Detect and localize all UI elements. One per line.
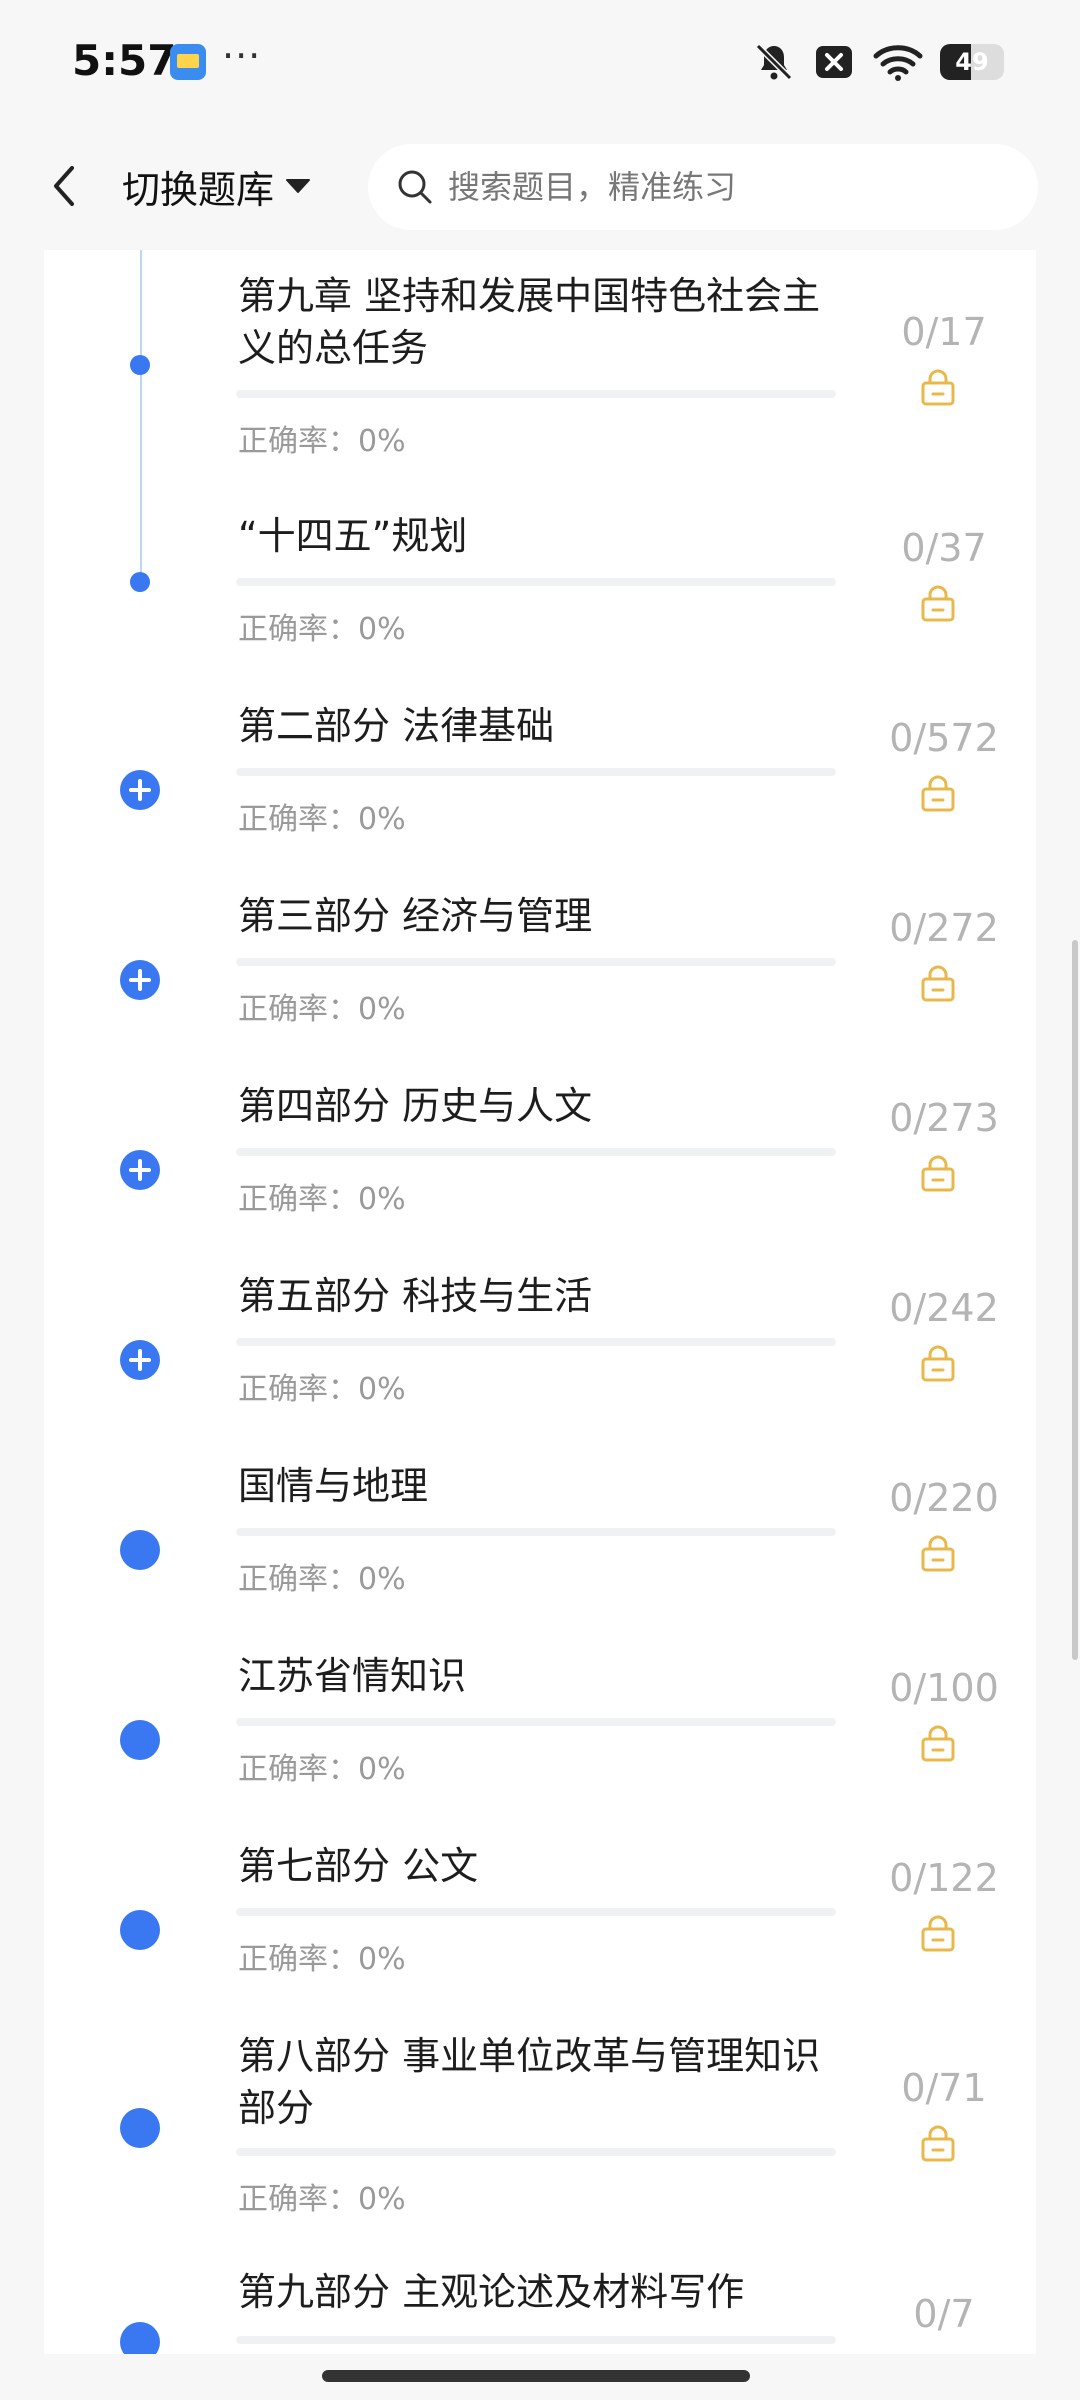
search-icon xyxy=(398,170,432,204)
lock-icon[interactable] xyxy=(918,1724,958,1764)
item-title: 江苏省情知识 xyxy=(238,1654,467,1698)
bell-muted-icon xyxy=(755,43,793,81)
list-item[interactable]: 第四部分 历史与人文 正确率：0% 0/273 xyxy=(44,1050,1036,1240)
progress-count: 0/71 xyxy=(901,2066,987,2110)
status-bar: 5:57 ··· 49 xyxy=(0,0,1080,120)
progress-count: 0/7 xyxy=(913,2292,975,2336)
progress-count: 0/242 xyxy=(889,1286,999,1330)
lock-icon[interactable] xyxy=(918,584,958,624)
lock-icon[interactable] xyxy=(918,2124,958,2164)
list-item[interactable]: 第九部分 主观论述及材料写作 0/7 xyxy=(44,2240,1036,2354)
accuracy-text: 正确率：0% xyxy=(238,992,406,1027)
progress-bar xyxy=(236,390,836,398)
switch-question-bank-button[interactable]: 切换题库 xyxy=(122,156,312,216)
chevron-left-icon xyxy=(54,166,74,206)
question-bank-title: 切换题库 xyxy=(122,167,275,212)
plus-circle-icon[interactable] xyxy=(120,770,160,810)
plus-circle-icon[interactable] xyxy=(120,1340,160,1380)
accuracy-text: 正确率：0% xyxy=(238,1372,406,1407)
lock-icon[interactable] xyxy=(918,964,958,1004)
accuracy-text: 正确率：0% xyxy=(238,612,406,647)
item-title: “十四五”规划 xyxy=(238,514,468,558)
item-title: 第九章 坚持和发展中国特色社会主义的总任务 xyxy=(238,274,821,370)
item-title: 国情与地理 xyxy=(238,1464,429,1508)
list-item[interactable]: 第二部分 法律基础 正确率：0% 0/572 xyxy=(44,670,1036,860)
chapter-dot-icon xyxy=(120,1720,160,1760)
chapter-dot-icon xyxy=(130,572,150,592)
accuracy-text: 正确率：0% xyxy=(238,2182,406,2217)
list-item[interactable]: 第九章 坚持和发展中国特色社会主义的总任务 正确率：0% 0/17 xyxy=(44,250,1036,480)
lock-icon[interactable] xyxy=(918,368,958,408)
progress-bar xyxy=(236,2148,836,2156)
item-title: 第八部分 事业单位改革与管理知识部分 xyxy=(238,2034,821,2130)
accuracy-text: 正确率：0% xyxy=(238,1752,406,1787)
progress-bar xyxy=(236,2336,836,2344)
chapter-dot-icon xyxy=(120,2108,160,2148)
progress-count: 0/220 xyxy=(889,1476,999,1520)
progress-count: 0/122 xyxy=(889,1856,999,1900)
progress-bar xyxy=(236,1338,836,1346)
progress-bar xyxy=(236,1718,836,1726)
top-nav-bar: 切换题库 xyxy=(0,120,1080,250)
progress-count: 0/273 xyxy=(889,1096,999,1140)
sim-disabled-icon xyxy=(816,46,852,78)
progress-count: 0/100 xyxy=(889,1666,999,1710)
scrollbar[interactable] xyxy=(1072,940,1078,1660)
battery-icon: 49 xyxy=(940,44,1004,80)
item-title: 第二部分 法律基础 xyxy=(238,704,555,748)
lock-icon[interactable] xyxy=(918,774,958,814)
app-notification-icon xyxy=(170,44,206,80)
accuracy-text: 正确率：0% xyxy=(238,1942,406,1977)
progress-count: 0/17 xyxy=(901,310,987,354)
lock-icon[interactable] xyxy=(918,1914,958,1954)
chapter-dot-icon xyxy=(130,355,150,375)
search-input[interactable] xyxy=(446,167,1010,207)
chapter-list: 第九章 坚持和发展中国特色社会主义的总任务 正确率：0% 0/17 “十四五”规… xyxy=(44,250,1036,2354)
item-title: 第九部分 主观论述及材料写作 xyxy=(238,2270,745,2314)
list-item[interactable]: 国情与地理 正确率：0% 0/220 xyxy=(44,1430,1036,1620)
plus-circle-icon[interactable] xyxy=(120,1150,160,1190)
search-bar[interactable] xyxy=(368,144,1038,230)
progress-bar xyxy=(236,1528,836,1536)
status-icons: 49 xyxy=(752,38,1004,86)
progress-count: 0/572 xyxy=(889,716,999,760)
progress-count: 0/37 xyxy=(901,526,987,570)
more-notifications-icon: ··· xyxy=(222,34,262,78)
progress-bar xyxy=(236,768,836,776)
status-time: 5:57 xyxy=(72,36,177,85)
list-item[interactable]: 江苏省情知识 正确率：0% 0/100 xyxy=(44,1620,1036,1810)
item-title: 第七部分 公文 xyxy=(238,1844,479,1888)
app-screen: 5:57 ··· 49 切换题库 搜索题目，精准练习 第九章 坚持和发展中国特色… xyxy=(0,0,1080,2400)
list-item[interactable]: 第八部分 事业单位改革与管理知识部分 正确率：0% 0/71 xyxy=(44,2000,1036,2240)
accuracy-text: 正确率：0% xyxy=(238,802,406,837)
accuracy-text: 正确率：0% xyxy=(238,424,406,459)
lock-icon[interactable] xyxy=(918,1534,958,1574)
chapter-dot-icon xyxy=(120,1530,160,1570)
accuracy-text: 正确率：0% xyxy=(238,1562,406,1597)
progress-count: 0/272 xyxy=(889,906,999,950)
accuracy-text: 正确率：0% xyxy=(238,1182,406,1217)
lock-icon[interactable] xyxy=(918,1344,958,1384)
item-title: 第四部分 历史与人文 xyxy=(238,1084,593,1128)
wifi-icon xyxy=(873,45,923,81)
progress-bar xyxy=(236,1148,836,1156)
battery-level: 49 xyxy=(955,48,989,76)
chapter-dot-icon xyxy=(120,1910,160,1950)
list-item[interactable]: “十四五”规划 正确率：0% 0/37 xyxy=(44,480,1036,670)
list-item[interactable]: 第七部分 公文 正确率：0% 0/122 xyxy=(44,1810,1036,2000)
progress-bar xyxy=(236,958,836,966)
caret-down-icon xyxy=(286,179,311,193)
lock-icon[interactable] xyxy=(918,1154,958,1194)
back-button[interactable] xyxy=(36,154,92,218)
list-item[interactable]: 第五部分 科技与生活 正确率：0% 0/242 xyxy=(44,1240,1036,1430)
item-title: 第五部分 科技与生活 xyxy=(238,1274,593,1318)
list-item[interactable]: 第三部分 经济与管理 正确率：0% 0/272 xyxy=(44,860,1036,1050)
plus-circle-icon[interactable] xyxy=(120,960,160,1000)
chapter-dot-icon xyxy=(120,2322,160,2354)
progress-bar xyxy=(236,578,836,586)
progress-bar xyxy=(236,1908,836,1916)
item-title: 第三部分 经济与管理 xyxy=(238,894,593,938)
home-indicator[interactable] xyxy=(322,2370,750,2382)
